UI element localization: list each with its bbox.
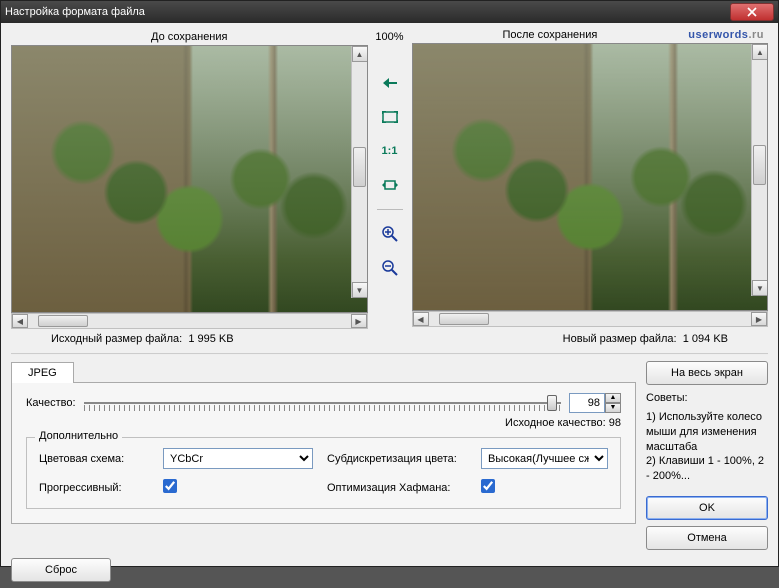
zoom-toolbar: 1:1 [372,45,408,278]
after-image [413,44,768,310]
spin-down-icon[interactable]: ▼ [605,403,621,413]
tip-1: 1) Используйте колесо мыши для изменения… [646,410,768,455]
tab-jpeg[interactable]: JPEG [11,362,74,383]
reset-button[interactable]: Сброс [11,558,111,582]
scroll-left-icon[interactable]: ◀ [413,312,429,326]
before-hscroll[interactable]: ◀ ▶ [11,313,368,329]
scroll-thumb[interactable] [353,147,366,187]
fit-width-icon[interactable] [380,175,400,195]
tip-2: 2) Клавиши 1 - 100%, 2 - 200%... [646,454,768,484]
separator [377,209,403,210]
watermark: userwords.ru [688,29,764,41]
source-size: Исходный размер файла: 1 995 KB [11,333,234,345]
after-vscroll[interactable]: ▲ ▼ [751,44,767,296]
scroll-right-icon[interactable]: ▶ [351,314,367,328]
scroll-up-icon[interactable]: ▲ [752,44,768,60]
scroll-up-icon[interactable]: ▲ [352,46,368,62]
after-image-viewport[interactable]: ▲ ▼ [412,43,769,311]
new-size: Новый размер файла: 1 094 KB [563,333,768,345]
cancel-button[interactable]: Отмена [646,526,768,550]
tips-title: Советы: [646,391,768,406]
slider-thumb[interactable] [547,395,557,411]
before-image [12,46,367,312]
dialog-window: Настройка формата файла До сохранения ▲ … [0,0,779,567]
after-hscroll[interactable]: ◀ ▶ [412,311,769,327]
advanced-legend: Дополнительно [35,430,122,442]
after-label: После сохранения [412,29,689,41]
huffman-label: Оптимизация Хафмана: [327,482,467,494]
quality-slider[interactable] [84,393,561,413]
titlebar: Настройка формата файла [1,1,778,23]
scroll-thumb[interactable] [38,315,88,327]
scroll-down-icon[interactable]: ▼ [352,282,368,298]
zoom-1to1[interactable]: 1:1 [380,141,400,161]
quality-input[interactable] [569,393,605,413]
color-scheme-label: Цветовая схема: [39,453,149,465]
close-button[interactable] [730,3,774,21]
scroll-down-icon[interactable]: ▼ [752,280,768,296]
progressive-checkbox[interactable] [163,479,177,493]
spin-up-icon[interactable]: ▲ [605,393,621,403]
back-arrow-icon[interactable] [380,73,400,93]
color-scheme-select[interactable]: YCbCr [163,448,313,469]
before-label: До сохранения [11,29,368,45]
zoom-in-icon[interactable] [380,224,400,244]
scroll-right-icon[interactable]: ▶ [751,312,767,326]
quality-label: Качество: [26,397,76,409]
subsampling-select[interactable]: Высокая(Лучшее сжатие) [481,448,608,469]
ok-button[interactable]: OK [646,496,768,520]
tips-panel: Советы: 1) Используйте колесо мыши для и… [646,391,768,484]
tab-panel: Качество: ▲▼ Исходное качество: 98 Допол… [11,382,636,524]
before-image-viewport[interactable]: ▲ ▼ [11,45,368,313]
divider [11,353,768,355]
progressive-label: Прогрессивный: [39,482,149,494]
scroll-thumb[interactable] [753,145,766,185]
zoom-level: 100% [372,29,408,45]
before-vscroll[interactable]: ▲ ▼ [351,46,367,298]
fullscreen-button[interactable]: На весь экран [646,361,768,385]
quality-spinner[interactable]: ▲▼ [569,393,621,413]
window-title: Настройка формата файла [5,6,145,18]
scroll-left-icon[interactable]: ◀ [12,314,28,328]
advanced-group: Дополнительно Цветовая схема: YCbCr Субд… [26,437,621,509]
huffman-checkbox[interactable] [481,479,495,493]
zoom-out-icon[interactable] [380,258,400,278]
close-icon [747,7,757,17]
fit-screen-icon[interactable] [380,107,400,127]
subsampling-label: Субдискретизация цвета: [327,453,467,465]
scroll-thumb[interactable] [439,313,489,325]
